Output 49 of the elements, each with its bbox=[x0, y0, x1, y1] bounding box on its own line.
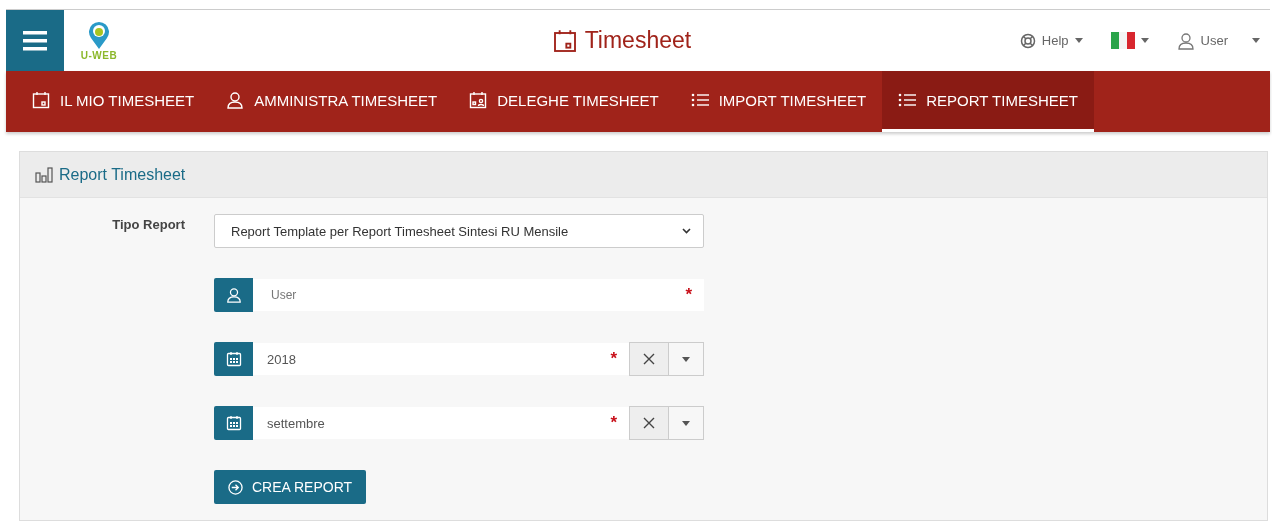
required-mark: * bbox=[610, 349, 617, 369]
caret-icon bbox=[682, 420, 690, 426]
required-mark: * bbox=[610, 413, 617, 433]
field-label: Tipo Report bbox=[112, 217, 185, 232]
calendar-person-icon bbox=[469, 91, 488, 109]
report-type-select[interactable]: Report Template per Report Timesheet Sintesi RU Mensile bbox=[214, 214, 704, 248]
nav-tab[interactable]: REPORT TIMESHEET bbox=[882, 71, 1094, 132]
close-icon bbox=[643, 353, 655, 365]
menu-icon bbox=[23, 30, 47, 51]
caret-icon bbox=[1140, 38, 1149, 43]
calendar-icon bbox=[225, 415, 242, 431]
nav-tab[interactable]: AMMINISTRA TIMESHEET bbox=[210, 71, 454, 132]
list-icon bbox=[690, 92, 709, 108]
bar-chart-icon bbox=[35, 166, 53, 183]
nav-tab[interactable]: IMPORT TIMESHEET bbox=[674, 71, 883, 132]
required-mark: * bbox=[685, 285, 692, 305]
date-combo-field[interactable]: settembre * bbox=[253, 407, 629, 439]
close-icon bbox=[643, 417, 655, 429]
list-icon bbox=[898, 92, 917, 108]
language-menu[interactable] bbox=[1110, 32, 1149, 49]
date-combo-field[interactable]: 2018 * bbox=[253, 343, 629, 375]
lifebuoy-icon bbox=[1019, 32, 1036, 49]
location-pin-icon bbox=[87, 20, 111, 50]
dropdown-button[interactable] bbox=[669, 406, 704, 440]
user-menu[interactable]: User bbox=[1176, 31, 1260, 50]
calendar-icon bbox=[552, 27, 577, 54]
calendar-icon bbox=[32, 91, 50, 109]
help-menu[interactable]: Help bbox=[1019, 32, 1083, 49]
flag-icon bbox=[1110, 32, 1135, 49]
caret-icon bbox=[1252, 38, 1260, 43]
nav-tab[interactable]: IL MIO TIMESHEET bbox=[16, 71, 211, 132]
person-icon bbox=[226, 91, 245, 109]
caret-icon bbox=[682, 356, 690, 362]
create-report-button[interactable]: CREA REPORT bbox=[214, 470, 367, 504]
user-field[interactable]: User * bbox=[253, 279, 704, 311]
clear-button[interactable] bbox=[629, 406, 669, 440]
chevron-down-icon bbox=[682, 228, 691, 234]
caret-icon bbox=[1074, 38, 1083, 43]
clear-button[interactable] bbox=[629, 342, 669, 376]
person-icon bbox=[225, 287, 242, 303]
logo-text: U-WEB bbox=[80, 50, 118, 61]
page-title: Timesheet bbox=[584, 27, 692, 54]
calendar-icon bbox=[225, 351, 242, 367]
nav-tab[interactable]: DELEGHE TIMESHEET bbox=[453, 71, 675, 132]
panel-title: Report Timesheet bbox=[59, 165, 186, 184]
person-icon bbox=[1176, 31, 1195, 50]
menu-button[interactable] bbox=[6, 10, 64, 71]
dropdown-button[interactable] bbox=[669, 342, 704, 376]
arrow-circle-icon bbox=[228, 479, 243, 495]
